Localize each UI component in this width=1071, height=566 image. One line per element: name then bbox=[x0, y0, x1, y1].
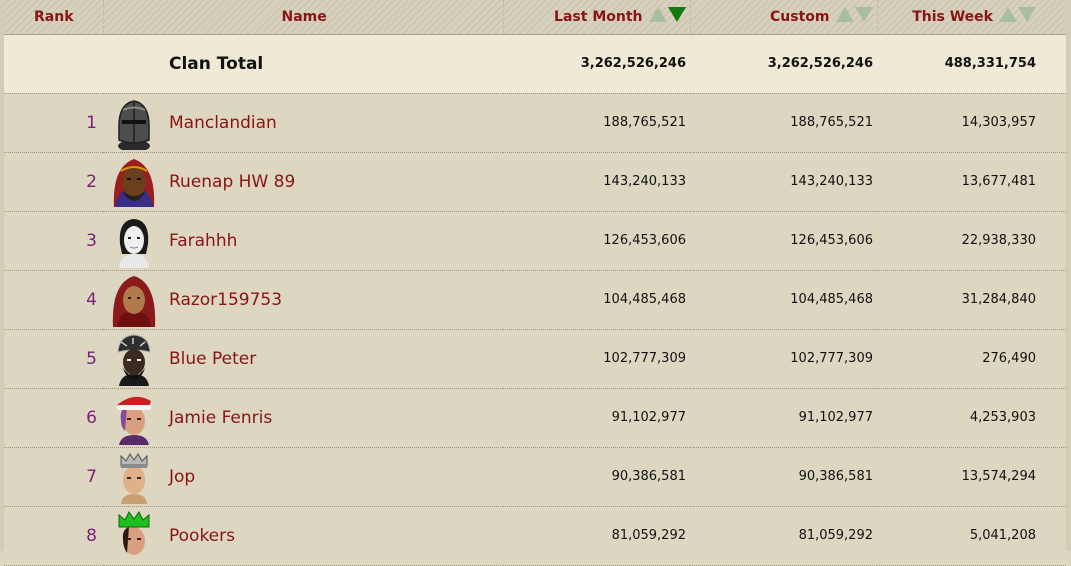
hooded-avatar-icon bbox=[113, 158, 155, 207]
crown-avatar-icon bbox=[120, 452, 148, 504]
member-last-month: 188,765,521 bbox=[503, 93, 690, 153]
member-name-link[interactable]: Blue Peter bbox=[169, 349, 256, 369]
member-last-month: 104,485,468 bbox=[503, 270, 690, 330]
sort-descending-icon[interactable] bbox=[854, 7, 873, 23]
member-name-link[interactable]: Ruenap HW 89 bbox=[169, 172, 295, 192]
this-week-header-label: This Week bbox=[912, 8, 993, 25]
table-header-row: Rank Name Last Month Custom This Week bbox=[4, 0, 1066, 35]
table-row: 6 Jamie Fenris 91,102,977 91,102,977 4,2… bbox=[4, 388, 1066, 448]
table-row: 2 Ruenap HW 89 143,240,133 143,240,133 1… bbox=[4, 152, 1066, 212]
member-this-week: 5,041,208 bbox=[877, 506, 1066, 566]
member-rank: 5 bbox=[4, 329, 103, 389]
clan-hiscores-page: Rank Name Last Month Custom This Week Cl… bbox=[0, 0, 1071, 566]
member-custom: 81,059,292 bbox=[690, 506, 877, 566]
steel-helm-avatar-icon bbox=[118, 99, 150, 150]
name-header-label: Name bbox=[281, 8, 327, 25]
member-name-link[interactable]: Jop bbox=[169, 467, 195, 487]
member-name-link[interactable]: Razor159753 bbox=[169, 290, 282, 310]
clan-members-table: Rank Name Last Month Custom This Week Cl… bbox=[4, 0, 1066, 566]
custom-sort-control[interactable] bbox=[835, 7, 873, 23]
member-custom: 143,240,133 bbox=[690, 152, 877, 212]
sort-ascending-icon[interactable] bbox=[835, 7, 854, 23]
member-last-month: 91,102,977 bbox=[503, 388, 690, 448]
last-month-sort-control[interactable] bbox=[648, 7, 686, 23]
clan-total-row: Clan Total 3,262,526,246 3,262,526,246 4… bbox=[4, 34, 1066, 94]
member-custom: 126,453,606 bbox=[690, 211, 877, 271]
total-custom: 3,262,526,246 bbox=[690, 34, 877, 94]
member-rank: 7 bbox=[4, 447, 103, 507]
rank-header-label: Rank bbox=[34, 8, 74, 25]
last-month-header-label: Last Month bbox=[554, 8, 643, 25]
member-rank: 3 bbox=[4, 211, 103, 271]
member-custom: 188,765,521 bbox=[690, 93, 877, 153]
member-name-link[interactable]: Manclandian bbox=[169, 113, 277, 133]
this-week-column-header[interactable]: This Week bbox=[876, 0, 1066, 35]
member-this-week: 276,490 bbox=[877, 329, 1066, 389]
this-week-sort-control[interactable] bbox=[998, 7, 1036, 23]
table-row: 3 Farahhh 126,453,606 126,453,606 22,938… bbox=[4, 211, 1066, 271]
member-rank: 8 bbox=[4, 506, 103, 566]
member-rank: 2 bbox=[4, 152, 103, 212]
table-row: 8 Pookers 81,059,292 81,059,292 5,041,20… bbox=[4, 506, 1066, 566]
member-name-link[interactable]: Pookers bbox=[169, 526, 235, 546]
member-last-month: 90,386,581 bbox=[503, 447, 690, 507]
member-this-week: 4,253,903 bbox=[877, 388, 1066, 448]
total-last-month: 3,262,526,246 bbox=[503, 34, 690, 94]
member-last-month: 126,453,606 bbox=[503, 211, 690, 271]
member-name-link[interactable]: Jamie Fenris bbox=[169, 408, 272, 428]
last-month-column-header[interactable]: Last Month bbox=[502, 0, 690, 35]
member-rank: 1 bbox=[4, 93, 103, 153]
table-row: 5 Blue Peter 102,777,309 102,777,309 276… bbox=[4, 329, 1066, 389]
member-custom: 90,386,581 bbox=[690, 447, 877, 507]
sort-ascending-icon[interactable] bbox=[999, 7, 1017, 23]
total-this-week: 488,331,754 bbox=[877, 34, 1066, 94]
pale-avatar-icon bbox=[119, 218, 149, 268]
member-last-month: 143,240,133 bbox=[503, 152, 690, 212]
dark-turban-avatar-icon bbox=[117, 333, 151, 386]
custom-header-label: Custom bbox=[770, 8, 830, 25]
member-last-month: 102,777,309 bbox=[503, 329, 690, 389]
green-crown-avatar-icon bbox=[118, 510, 150, 555]
member-custom: 104,485,468 bbox=[690, 270, 877, 330]
table-row: 4 Razor159753 104,485,468 104,485,468 31… bbox=[4, 270, 1066, 330]
member-custom: 91,102,977 bbox=[690, 388, 877, 448]
member-this-week: 22,938,330 bbox=[877, 211, 1066, 271]
santa-hat-avatar-icon bbox=[117, 396, 151, 445]
member-last-month: 81,059,292 bbox=[503, 506, 690, 566]
table-row: 7 Jop 90,386,581 90,386,581 13,574,294 bbox=[4, 447, 1066, 507]
clan-total-label: Clan Total bbox=[169, 53, 264, 74]
member-name-link[interactable]: Farahhh bbox=[169, 231, 237, 251]
custom-column-header[interactable]: Custom bbox=[689, 0, 877, 35]
sort-descending-active-icon[interactable] bbox=[667, 7, 686, 23]
member-this-week: 14,303,957 bbox=[877, 93, 1066, 153]
table-row: 1 Manclandian 188,765,521 188,765,521 14… bbox=[4, 93, 1066, 153]
member-this-week: 13,574,294 bbox=[877, 447, 1066, 507]
red-hood-avatar-icon bbox=[112, 275, 156, 327]
member-this-week: 31,284,840 bbox=[877, 270, 1066, 330]
name-column-header[interactable]: Name bbox=[102, 0, 503, 35]
rank-column-header[interactable]: Rank bbox=[4, 0, 103, 35]
member-rank: 4 bbox=[4, 270, 103, 330]
member-this-week: 13,677,481 bbox=[877, 152, 1066, 212]
member-rank: 6 bbox=[4, 388, 103, 448]
sort-ascending-icon[interactable] bbox=[648, 7, 667, 23]
member-custom: 102,777,309 bbox=[690, 329, 877, 389]
sort-descending-icon[interactable] bbox=[1018, 7, 1036, 23]
